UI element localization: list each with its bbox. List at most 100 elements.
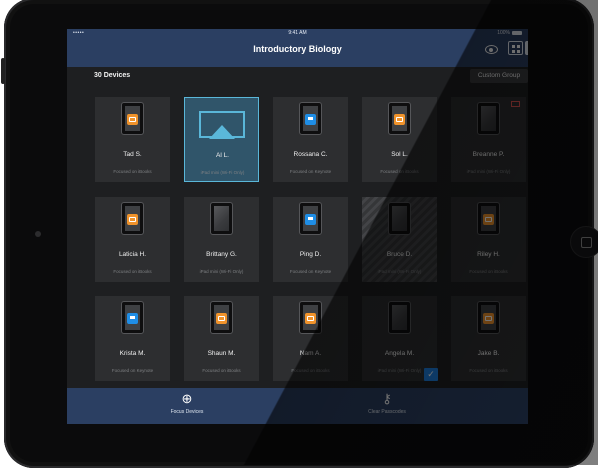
device-tile[interactable]: Breanne P. iPad mini (Wi-Fi Only) (451, 97, 526, 182)
ipad-screen (481, 106, 496, 131)
device-status: iPad mini (Wi-Fi Only) (199, 269, 244, 274)
ipad-screen (392, 106, 407, 131)
device-status: Focused on Keynote (111, 368, 154, 373)
ipad-screen (392, 206, 407, 231)
ipad-screen (125, 305, 140, 330)
ipad-screen (303, 206, 318, 231)
device-tile[interactable]: Jake B. Focused on iBooks (451, 296, 526, 381)
device-name: Laticia H. (118, 251, 147, 258)
device-name: Nam A. (299, 350, 322, 357)
battery-icon (512, 30, 522, 35)
device-status: Focused on iBooks (113, 169, 152, 174)
device-status: Focused on Keynote (289, 269, 332, 274)
ipad-screen (214, 206, 229, 231)
device-tile[interactable]: Bruce D. iPad mini (Wi-Fi Only) (362, 197, 437, 282)
ibooks-app-icon (127, 114, 138, 125)
device-name: Shaun M. (207, 350, 236, 357)
device-tile[interactable]: Ping D. Focused on Keynote (273, 197, 348, 282)
grid-icon-cell (517, 50, 520, 53)
devices-header: 30 Devices Custom Group (67, 67, 528, 85)
clear-passcodes-button[interactable]: ⚷ Clear Passcodes (347, 391, 427, 416)
device-status: Focused on iBooks (113, 269, 152, 274)
ipad-screen (303, 305, 318, 330)
ibooks-app-icon (394, 114, 405, 125)
device-name: Sol L. (391, 151, 408, 158)
ipad-screen (303, 106, 318, 131)
device-tile[interactable]: Nam A. Focused on iBooks (273, 296, 348, 381)
grid-icon-cell (512, 50, 515, 53)
home-button[interactable] (570, 226, 598, 258)
key-icon: ⚷ (382, 391, 392, 406)
list-view-button[interactable] (525, 41, 528, 55)
grid-icon (512, 45, 515, 48)
focus-devices-label: Focus Devices (170, 409, 204, 415)
device-tile[interactable]: Rossana C. Focused on Keynote (273, 97, 348, 182)
ipad-screen (481, 305, 496, 330)
ibooks-app-icon (127, 214, 138, 225)
device-tile[interactable]: Krista M. Focused on Keynote (95, 296, 170, 381)
device-count: 30 Devices (94, 72, 131, 79)
ipad-thumbnail (388, 301, 411, 334)
device-status: Focused on Keynote (289, 169, 332, 174)
device-tile[interactable]: Angela M. iPad mini (Wi-Fi Only) ✓ (362, 296, 438, 381)
ipad-thumbnail (477, 301, 500, 334)
device-tile[interactable]: Laticia H. Focused on iBooks (95, 197, 170, 282)
device-status: Focused on iBooks (291, 368, 330, 373)
nav-bar: Introductory Biology (67, 38, 528, 67)
device-name: Bruce D. (386, 251, 413, 258)
device-tile[interactable]: Al L. iPad mini (Wi-Fi Only) (184, 97, 259, 182)
clock: 9:41 AM (288, 30, 307, 36)
device-status: Focused on iBooks (469, 269, 508, 274)
page-title: Introductory Biology (253, 44, 342, 54)
app-screen: ••••• 9:41 AM 100% Introductory Biology … (67, 29, 528, 424)
ipad-thumbnail (121, 301, 144, 334)
ipad-screen (392, 305, 407, 330)
device-status: iPad mini (Wi-Fi Only) (377, 269, 422, 274)
device-name: Angela M. (384, 350, 415, 357)
battery-charging-icon (511, 101, 520, 107)
ipad-screen (125, 206, 140, 231)
device-status: iPad mini (Wi-Fi Only) (200, 170, 245, 175)
ipad-thumbnail (388, 102, 411, 135)
clear-passcodes-label: Clear Passcodes (368, 409, 406, 415)
ibooks-app-icon (483, 313, 494, 324)
keynote-app-icon (305, 214, 316, 225)
ipad-screen (214, 305, 229, 330)
eye-icon[interactable] (485, 45, 498, 54)
device-name: Brittany G. (206, 251, 237, 258)
ipad-thumbnail (210, 202, 233, 235)
battery-percent: 100% (497, 30, 510, 36)
device-name: Rossana C. (293, 151, 328, 158)
device-tile[interactable]: Riley H. Focused on iBooks (451, 197, 526, 282)
ipad-screen (481, 206, 496, 231)
device-tile[interactable]: Tad S. Focused on iBooks (95, 97, 170, 182)
device-name: Tad S. (123, 151, 142, 158)
status-bar: ••••• 9:41 AM 100% (67, 29, 528, 38)
ibooks-app-icon (305, 313, 316, 324)
battery-indicator: 100% (497, 29, 522, 38)
device-status: Focused on iBooks (202, 368, 241, 373)
home-button-icon (581, 237, 592, 248)
device-tile[interactable]: Sol L. Focused on iBooks (362, 97, 437, 182)
power-button (1, 58, 5, 84)
bottom-toolbar: ⊕ Focus Devices ⚷ Clear Passcodes (67, 388, 528, 424)
focus-devices-button[interactable]: ⊕ Focus Devices (147, 392, 227, 416)
device-name: Al L. (215, 152, 229, 159)
device-status: Focused on iBooks (380, 169, 419, 174)
device-status: Focused on iBooks (469, 368, 508, 373)
ipad-thumbnail (388, 202, 411, 235)
grid-view-button[interactable] (508, 41, 523, 55)
grid-icon-cell (517, 45, 520, 48)
ipad-thumbnail (121, 202, 144, 235)
device-tile[interactable]: Brittany G. iPad mini (Wi-Fi Only) (184, 197, 259, 282)
ipad-thumbnail (299, 301, 322, 334)
device-tile[interactable]: Shaun M. Focused on iBooks (184, 296, 259, 381)
ibooks-app-icon (216, 313, 227, 324)
device-name: Breanne P. (472, 151, 505, 158)
ipad-thumbnail (299, 102, 322, 135)
checkmark-icon[interactable]: ✓ (424, 368, 438, 381)
device-name: Krista M. (119, 350, 146, 357)
ipad-screen (125, 106, 140, 131)
ibooks-app-icon (483, 214, 494, 225)
custom-group-button[interactable]: Custom Group (470, 69, 528, 83)
